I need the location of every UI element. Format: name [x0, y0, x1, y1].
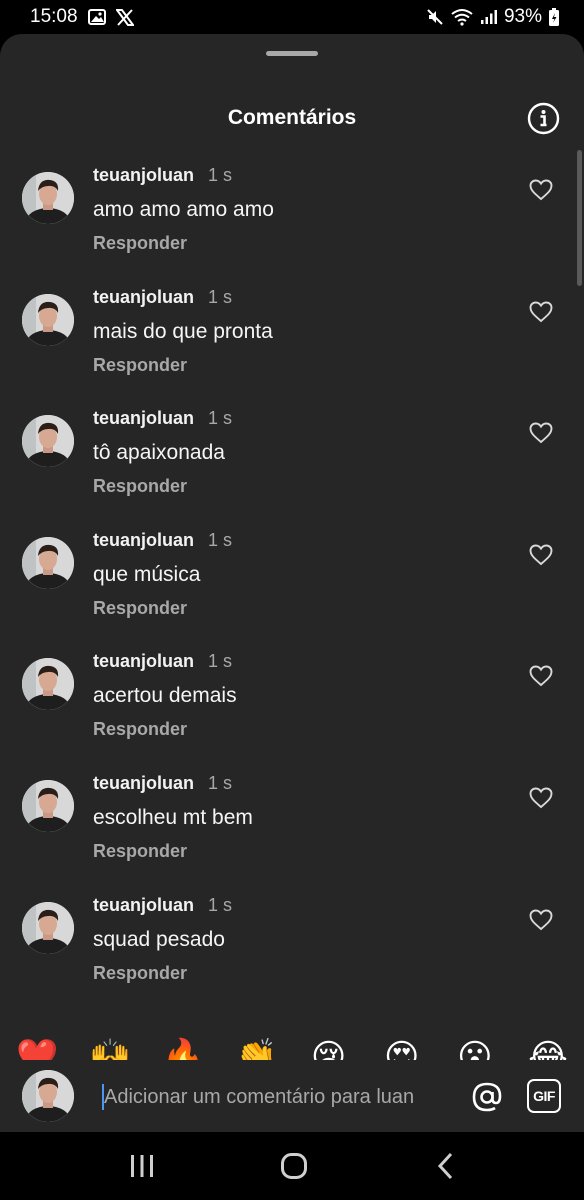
comment-text: escolheu mt bem: [93, 805, 253, 829]
battery-percent: 93%: [503, 6, 542, 27]
avatar[interactable]: [22, 293, 74, 346]
comment-header: teuanjoluan 1 s: [93, 651, 232, 672]
drag-handle[interactable]: [266, 51, 318, 56]
comment-header: teuanjoluan 1 s: [93, 408, 232, 429]
heart-icon[interactable]: [529, 301, 553, 323]
reply-button[interactable]: Responder: [93, 719, 187, 740]
heart-icon[interactable]: [529, 422, 553, 444]
comment-username[interactable]: teuanjoluan: [93, 895, 194, 916]
comment-row: teuanjoluan 1 s amo amo amo amo Responder: [0, 162, 584, 284]
comment-timestamp: 1 s: [208, 529, 233, 550]
heart-icon[interactable]: [529, 909, 553, 931]
comment-row: teuanjoluan 1 s acertou demais Responder: [0, 648, 584, 770]
comment-row: teuanjoluan 1 s squad pesado Responder: [0, 892, 584, 1014]
reply-button[interactable]: Responder: [93, 476, 187, 497]
comment-timestamp: 1 s: [208, 286, 233, 307]
heart-icon[interactable]: [529, 179, 553, 201]
status-time: 15:08: [30, 6, 78, 27]
comment-list: teuanjoluan 1 s amo amo amo amo Responder te…: [0, 162, 584, 1013]
heart-icon[interactable]: [529, 787, 553, 809]
back-icon[interactable]: [428, 1150, 464, 1182]
comment-header: teuanjoluan 1 s: [93, 895, 232, 916]
at-sign-icon[interactable]: [470, 1080, 504, 1114]
comment-text: squad pesado: [93, 927, 225, 951]
comment-text: amo amo amo amo: [93, 198, 274, 221]
comment-timestamp: 1 s: [208, 165, 233, 185]
comment-timestamp: 1 s: [208, 651, 233, 672]
comment-username[interactable]: teuanjoluan: [93, 287, 194, 308]
avatar: [22, 1070, 74, 1122]
comment-text: que música: [93, 562, 201, 586]
comment-text: tô apaixonada: [93, 441, 225, 465]
avatar[interactable]: [22, 901, 74, 954]
android-nav-bar: [0, 1132, 584, 1200]
comment-text: mais do que pronta: [93, 319, 273, 343]
comment-row: teuanjoluan 1 s que música Responder: [0, 527, 584, 649]
reply-button[interactable]: Responder: [93, 598, 187, 619]
comment-input[interactable]: [104, 1083, 448, 1111]
avatar[interactable]: [22, 779, 74, 832]
signal-icon: [480, 9, 498, 25]
x-logo-icon: [115, 8, 134, 26]
recents-icon[interactable]: [124, 1150, 160, 1182]
comment-composer: GIF: [0, 1060, 584, 1132]
comment-username[interactable]: teuanjoluan: [93, 651, 194, 672]
home-icon[interactable]: [276, 1150, 312, 1182]
heart-icon[interactable]: [529, 544, 553, 566]
gif-button[interactable]: GIF: [527, 1079, 561, 1113]
comment-row: teuanjoluan 1 s mais do que pronta Responde…: [0, 284, 584, 406]
mute-icon: [426, 8, 444, 26]
comment-row: teuanjoluan 1 s tô apaixonada Responder: [0, 405, 584, 527]
heart-icon[interactable]: [529, 665, 553, 687]
avatar[interactable]: [22, 172, 74, 224]
comment-header: teuanjoluan 1 s: [93, 530, 232, 551]
comment-username[interactable]: teuanjoluan: [93, 530, 194, 551]
avatar[interactable]: [22, 415, 74, 468]
wifi-icon: [450, 8, 474, 26]
comment-header: teuanjoluan 1 s: [93, 773, 232, 794]
info-icon[interactable]: [527, 102, 560, 135]
comment-timestamp: 1 s: [208, 772, 233, 793]
reply-button[interactable]: Responder: [93, 963, 187, 984]
status-right: 93%: [426, 6, 560, 28]
comment-timestamp: 1 s: [208, 894, 233, 915]
sheet-title: Comentários: [227, 106, 357, 129]
comment-row: teuanjoluan 1 s escolheu mt bem Responder: [0, 770, 584, 892]
comment-username[interactable]: teuanjoluan: [93, 408, 194, 429]
reply-button[interactable]: Responder: [93, 841, 187, 862]
comment-timestamp: 1 s: [208, 408, 233, 429]
comment-username[interactable]: teuanjoluan: [93, 165, 194, 186]
battery-icon: [548, 7, 560, 27]
reply-button[interactable]: Responder: [93, 355, 187, 376]
avatar[interactable]: [22, 536, 74, 589]
status-bar: 15:08 93%: [0, 0, 584, 34]
status-left: 15:08: [30, 6, 134, 28]
comments-sheet: Comentários teuanjoluan 1 s amo amo amo am…: [0, 34, 584, 1132]
comment-username[interactable]: teuanjoluan: [93, 773, 194, 794]
comment-text: acertou demais: [93, 684, 237, 708]
reply-button[interactable]: Responder: [93, 233, 187, 254]
gallery-icon: [87, 9, 106, 25]
comment-header: teuanjoluan 1 s: [93, 287, 232, 308]
avatar[interactable]: [22, 658, 74, 711]
comment-header: teuanjoluan 1 s: [93, 165, 232, 186]
